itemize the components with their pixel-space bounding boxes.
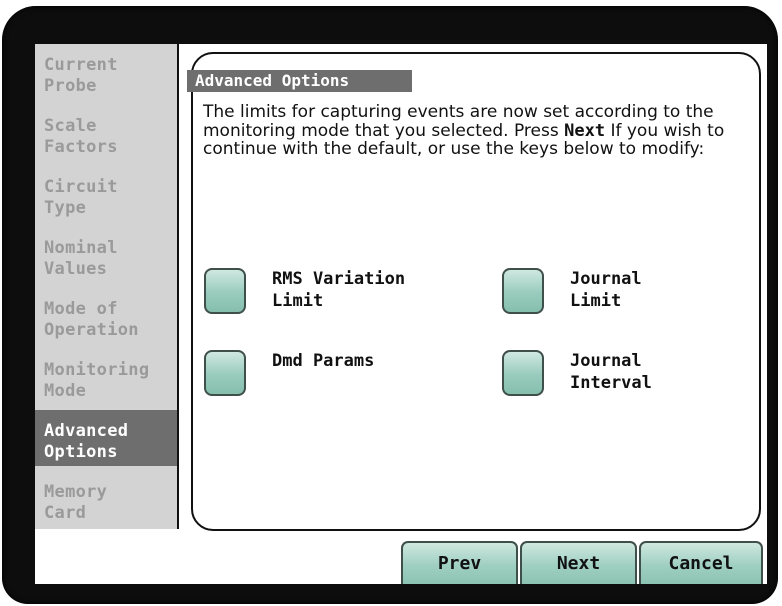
- sidebar-item-label: Options: [44, 442, 118, 462]
- sidebar-item-label: Type: [44, 198, 87, 218]
- rms-variation-limit-button[interactable]: [204, 268, 246, 314]
- sidebar-item-label: Circuit: [44, 177, 118, 197]
- sidebar-item-label: Values: [44, 259, 108, 279]
- sidebar-item-current-probe[interactable]: Current Probe: [35, 44, 177, 100]
- sidebar-item-monitoring-mode[interactable]: Monitoring Mode: [35, 349, 177, 405]
- sidebar-item-label: Card: [44, 503, 87, 523]
- sidebar-item-label: Probe: [44, 76, 97, 96]
- journal-interval-button[interactable]: [502, 350, 544, 396]
- sidebar-item-advanced-options[interactable]: Advanced Options: [35, 410, 177, 466]
- next-button[interactable]: Next: [520, 541, 637, 584]
- sidebar-item-label: Nominal: [44, 238, 118, 258]
- sidebar-item-label: Scale: [44, 116, 97, 136]
- setup-steps-sidebar: Current Probe Scale Factors Circuit Type…: [35, 44, 179, 529]
- dmd-params-label: Dmd Params: [272, 351, 375, 371]
- prev-button[interactable]: Prev: [401, 541, 518, 584]
- option-rms-variation-limit: RMS Variation Limit: [204, 268, 405, 314]
- sidebar-item-label: Operation: [44, 320, 139, 340]
- next-keyword: Next: [564, 120, 606, 141]
- sidebar-item-memory-card[interactable]: Memory Card: [35, 471, 177, 527]
- rms-variation-limit-label: RMS Variation Limit: [272, 269, 406, 311]
- cancel-button[interactable]: Cancel: [639, 541, 763, 584]
- device-screen: Current Probe Scale Factors Circuit Type…: [35, 44, 767, 584]
- sidebar-item-label: Mode: [44, 381, 87, 401]
- option-journal-interval: Journal Interval: [502, 350, 652, 396]
- sidebar-item-scale-factors[interactable]: Scale Factors: [35, 105, 177, 161]
- sidebar-item-label: Monitoring: [44, 360, 150, 380]
- sidebar-item-label: Memory: [44, 482, 108, 502]
- journal-limit-label: Journal Limit: [570, 269, 642, 311]
- device-bezel: Current Probe Scale Factors Circuit Type…: [2, 6, 778, 604]
- sidebar-item-label: Mode of: [44, 299, 118, 319]
- sidebar-item-label: Current: [44, 55, 118, 75]
- sidebar-item-circuit-type[interactable]: Circuit Type: [35, 166, 177, 222]
- option-journal-limit: Journal Limit: [502, 268, 642, 314]
- sidebar-item-nominal-values[interactable]: Nominal Values: [35, 227, 177, 283]
- journal-interval-label: Journal Interval: [570, 351, 652, 393]
- panel-title: Advanced Options: [187, 70, 412, 92]
- sidebar-item-label: Factors: [44, 137, 118, 157]
- sidebar-item-label: Advanced: [44, 421, 129, 441]
- option-dmd-params: Dmd Params: [204, 350, 374, 396]
- instructions-text: The limits for capturing events are now …: [203, 103, 748, 159]
- dmd-params-button[interactable]: [204, 350, 246, 396]
- journal-limit-button[interactable]: [502, 268, 544, 314]
- sidebar-item-mode-of-operation[interactable]: Mode of Operation: [35, 288, 177, 344]
